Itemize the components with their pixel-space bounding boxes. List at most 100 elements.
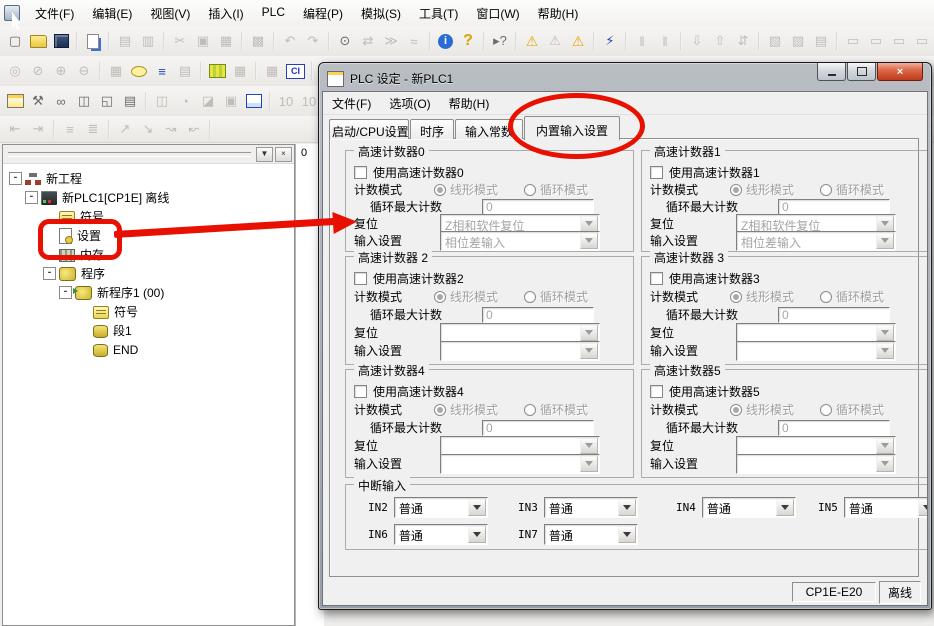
grid-icon[interactable]: ▦ <box>105 61 127 81</box>
reset-select[interactable] <box>440 323 600 343</box>
decimal-view-icon[interactable]: 10 <box>275 91 297 111</box>
circular-mode-radio[interactable] <box>524 184 536 196</box>
info-icon[interactable]: i <box>438 34 453 49</box>
dropdown-arrow-icon[interactable] <box>876 456 894 472</box>
open-file-icon[interactable] <box>27 31 49 51</box>
output-window-icon[interactable]: ◱ <box>96 91 118 111</box>
tree-item[interactable]: 内存 <box>3 245 294 264</box>
linear-mode-radio[interactable] <box>434 404 446 416</box>
tree-item[interactable]: 段1 <box>3 321 294 340</box>
use-counter-checkbox[interactable] <box>650 272 663 285</box>
tree-item[interactable]: - 程序 <box>3 264 294 283</box>
circular-mode-radio[interactable] <box>524 404 536 416</box>
interrupt-input-select[interactable]: 普通 <box>544 524 638 545</box>
reset-select[interactable] <box>736 323 896 343</box>
input-setting-select[interactable] <box>440 341 600 361</box>
compile-icon[interactable]: ⚠ <box>521 31 543 51</box>
dropdown-arrow-icon[interactable] <box>876 233 894 249</box>
menu-item[interactable]: 视图(V) <box>141 1 199 26</box>
redo-icon[interactable]: ↷ <box>302 31 324 51</box>
dropdown-arrow-icon[interactable] <box>468 499 486 516</box>
differentiate-up-icon[interactable]: ↗ <box>114 119 136 139</box>
tree-expander[interactable]: - <box>25 191 38 204</box>
menu-item[interactable]: 插入(I) <box>199 1 252 26</box>
memory-view-3-icon[interactable]: ▭ <box>888 31 910 51</box>
zoom-out-icon[interactable]: ⊖ <box>73 61 95 81</box>
input-setting-select[interactable] <box>736 341 896 361</box>
tree-expander[interactable]: - <box>43 267 56 280</box>
watch-window-icon[interactable]: ∞ <box>50 91 72 111</box>
menu-item[interactable]: PLC <box>253 1 294 26</box>
save-icon[interactable] <box>50 31 72 51</box>
tree-item[interactable]: - 新PLC1[CP1E] 离线 <box>3 188 294 207</box>
compile-all-icon[interactable]: ⚠ <box>544 31 566 51</box>
run-mode-icon[interactable]: ▧ <box>764 31 786 51</box>
compare-with-plc-icon[interactable]: ⇵ <box>732 31 754 51</box>
dropdown-arrow-icon[interactable] <box>618 526 636 543</box>
help-icon[interactable]: ? <box>457 31 479 51</box>
input-setting-select[interactable] <box>736 454 896 474</box>
linear-mode-radio[interactable] <box>730 184 742 196</box>
dropdown-arrow-icon[interactable] <box>776 499 794 516</box>
io-comment-icon[interactable]: ▦ <box>229 61 251 81</box>
zoom-icon[interactable]: ◎ <box>4 61 26 81</box>
maximize-button[interactable] <box>847 63 876 81</box>
new-file-icon[interactable]: ▢ <box>4 31 26 51</box>
plc-memory-icon[interactable]: ◔ <box>174 91 196 111</box>
align-list-icon[interactable]: ≡ <box>59 119 81 139</box>
circular-mode-radio[interactable] <box>524 291 536 303</box>
dropdown-arrow-icon[interactable] <box>468 526 486 543</box>
properties-icon[interactable]: ▤ <box>119 91 141 111</box>
settings-tab[interactable]: 时序 <box>410 119 454 139</box>
comment-list-icon[interactable]: ≡ <box>151 61 173 81</box>
dropdown-arrow-icon[interactable] <box>876 343 894 359</box>
interrupt-input-select[interactable]: 普通 <box>844 497 928 518</box>
tile-windows-icon[interactable]: ◫ <box>73 91 95 111</box>
use-counter-checkbox[interactable] <box>354 385 367 398</box>
use-counter-checkbox[interactable] <box>650 385 663 398</box>
max-count-input[interactable]: 0 <box>482 307 594 323</box>
max-count-input[interactable]: 0 <box>482 199 594 215</box>
find-icon[interactable]: ⊙ <box>334 31 356 51</box>
zoom-in-icon[interactable]: ⊕ <box>50 61 72 81</box>
memory-view-4-icon[interactable]: ▭ <box>911 31 933 51</box>
insert-above-icon[interactable]: ⇤ <box>4 119 26 139</box>
copy-icon[interactable]: ▣ <box>192 31 214 51</box>
insert-below-icon[interactable]: ⇥ <box>27 119 49 139</box>
print-preview-icon[interactable]: ▥ <box>137 31 159 51</box>
work-online-icon[interactable]: ⚡ <box>599 31 621 51</box>
binary-view-icon[interactable] <box>243 91 265 111</box>
tree-item[interactable]: 设置 <box>3 226 294 245</box>
ci-view-icon[interactable]: CI <box>286 64 305 79</box>
dropdown-arrow-icon[interactable] <box>580 233 598 249</box>
reset-select[interactable] <box>440 436 600 456</box>
dialog-menu-item[interactable]: 帮助(H) <box>440 92 499 115</box>
dropdown-arrow-icon[interactable] <box>580 343 598 359</box>
menu-item[interactable]: 编程(P) <box>294 1 352 26</box>
tree-item[interactable]: END <box>3 340 294 359</box>
circular-mode-radio[interactable] <box>820 404 832 416</box>
linear-mode-radio[interactable] <box>434 184 446 196</box>
pause-with-flag-icon[interactable]: ‖ <box>654 31 676 51</box>
menu-item[interactable]: 窗口(W) <box>467 1 528 26</box>
page-check-icon[interactable] <box>82 31 104 51</box>
dropdown-arrow-icon[interactable] <box>618 499 636 516</box>
close-icon[interactable]: × <box>275 147 292 162</box>
toolbox-icon[interactable]: ⚒ <box>27 91 49 111</box>
menu-item[interactable]: 文件(F) <box>26 1 83 26</box>
use-counter-checkbox[interactable] <box>354 166 367 179</box>
program-tab-icon[interactable]: ◪ <box>197 91 219 111</box>
input-setting-select[interactable] <box>440 454 600 474</box>
menu-item[interactable]: 模拟(S) <box>352 1 410 26</box>
docking-grip[interactable] <box>8 152 251 157</box>
max-count-input[interactable]: 0 <box>778 420 890 436</box>
linear-mode-radio[interactable] <box>730 404 742 416</box>
interrupt-input-select[interactable]: 普通 <box>702 497 796 518</box>
sma-view-icon[interactable]: ▦ <box>261 61 283 81</box>
program-mode-icon[interactable]: ▤ <box>810 31 832 51</box>
menu-item[interactable]: 工具(T) <box>410 1 467 26</box>
align-compact-icon[interactable]: ≣ <box>82 119 104 139</box>
linear-mode-radio[interactable] <box>434 291 446 303</box>
dropdown-arrow-icon[interactable] <box>876 438 894 454</box>
paste-rung-icon[interactable]: ▩ <box>247 31 269 51</box>
